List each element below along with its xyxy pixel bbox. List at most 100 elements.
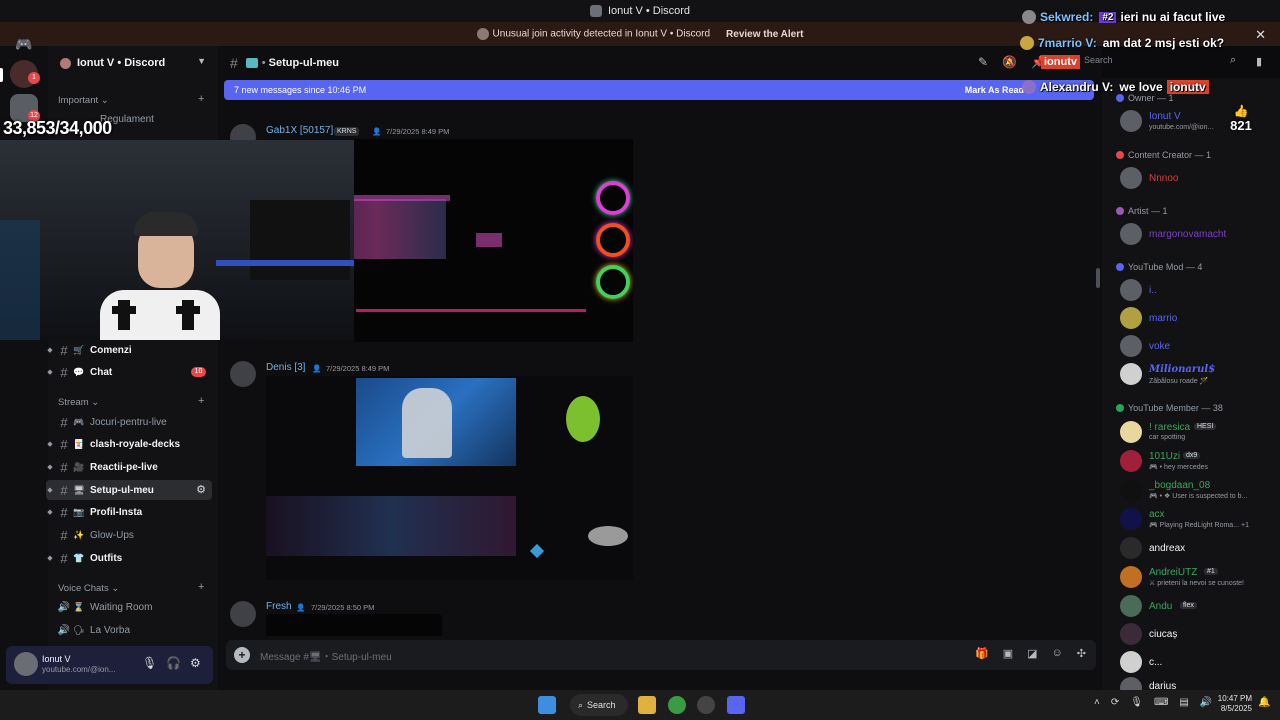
- member-name[interactable]: _bogdaan_08: [1149, 480, 1210, 491]
- gift-icon[interactable]: 🎁: [975, 647, 989, 660]
- message-author[interactable]: Denis [3]: [266, 362, 305, 373]
- avatar[interactable]: [14, 652, 38, 676]
- new-messages-bar[interactable]: 7 new messages since 10:46 PM Mark As Re…: [224, 80, 1094, 100]
- channel-clash-royale-decks[interactable]: ◆ # 🃏 clash-royale-decks: [46, 434, 212, 454]
- voice-channel-la-vorba[interactable]: 🔊 🗣 La Vorba: [46, 620, 212, 640]
- voice-channel-waiting-room[interactable]: 🔊 ⌛ Waiting Room: [46, 597, 212, 617]
- avatar[interactable]: [1120, 566, 1142, 588]
- headphones-icon[interactable]: 🎧: [166, 656, 181, 670]
- avatar[interactable]: [1120, 479, 1142, 501]
- emoji-icon[interactable]: ☺: [1052, 647, 1063, 660]
- avatar[interactable]: [1120, 421, 1142, 443]
- discord-taskbar-icon[interactable]: [727, 696, 745, 714]
- avatar[interactable]: [1120, 651, 1142, 673]
- avatar[interactable]: [1120, 508, 1142, 530]
- gear-icon[interactable]: ⚙: [190, 656, 201, 670]
- member-name[interactable]: 101Uzi: [1149, 451, 1180, 462]
- channel-settings-icon[interactable]: ⚙: [196, 483, 206, 496]
- add-channel-icon[interactable]: +: [198, 93, 204, 105]
- channel-outfits[interactable]: ◆ # 👕 Outfits: [46, 548, 212, 568]
- avatar[interactable]: [1120, 279, 1142, 301]
- avatar[interactable]: [1120, 307, 1142, 329]
- sync-icon[interactable]: ⟳: [1111, 697, 1119, 708]
- channel-chat[interactable]: ◆ # 💬 Chat 10: [46, 362, 212, 382]
- member-name[interactable]: ! raresica: [1149, 422, 1190, 433]
- microphone-icon[interactable]: 🎙: [1130, 697, 1143, 708]
- help-icon[interactable]: ▮: [1256, 55, 1262, 68]
- avatar[interactable]: [1120, 223, 1142, 245]
- member-name[interactable]: i..: [1149, 285, 1157, 296]
- chevron-up-icon[interactable]: ˄: [1094, 697, 1100, 708]
- mark-as-read-button[interactable]: Mark As Read: [965, 85, 1024, 95]
- search-icon[interactable]: ⌕: [1230, 54, 1236, 67]
- add-attachment-icon[interactable]: +: [234, 647, 250, 663]
- avatar[interactable]: [1120, 450, 1142, 472]
- avatar[interactable]: [1120, 595, 1142, 617]
- guild-tag[interactable]: flex: [1180, 602, 1197, 609]
- apps-icon[interactable]: ✣: [1077, 647, 1086, 660]
- member-name[interactable]: acx: [1149, 509, 1165, 520]
- channel-glow-ups[interactable]: # ✨ Glow-Ups: [46, 525, 212, 545]
- member-name[interactable]: c...: [1149, 657, 1162, 668]
- add-channel-icon[interactable]: +: [198, 581, 204, 593]
- member-name[interactable]: Nnnoo: [1149, 173, 1178, 184]
- member-name[interactable]: Andu: [1149, 601, 1172, 612]
- member-name[interactable]: margonovamacht: [1149, 229, 1226, 240]
- avatar[interactable]: [230, 361, 256, 387]
- avatar[interactable]: [1120, 110, 1142, 132]
- message-input[interactable]: Message #🖥・Setup-ul-meu: [260, 648, 392, 663]
- avatar[interactable]: [1120, 623, 1142, 645]
- member-name[interactable]: AndreiUTZ: [1149, 567, 1197, 578]
- message-author[interactable]: Gab1X [50157]: [266, 125, 333, 136]
- guild-tag[interactable]: KRNS: [334, 127, 360, 136]
- channel-comenzi[interactable]: ◆ # 🛒 Comenzi: [46, 340, 212, 360]
- file-explorer-icon[interactable]: [638, 696, 656, 714]
- channel-reactii-pe-live[interactable]: ◆ # 🎥 Reactii-pe-live: [46, 457, 212, 477]
- add-channel-icon[interactable]: +: [198, 395, 204, 407]
- notification-bell-icon[interactable]: 🔔: [1258, 697, 1270, 708]
- guild-tag[interactable]: HESI: [1194, 423, 1217, 430]
- chrome-icon[interactable]: [668, 696, 686, 714]
- microphone-icon[interactable]: 🎙: [142, 656, 157, 670]
- member-name[interactable]: andreax: [1149, 543, 1185, 554]
- cart-icon: 🛒: [73, 344, 85, 355]
- member-name[interactable]: voke: [1149, 341, 1170, 352]
- system-clock[interactable]: 10:47 PM 8/5/2025: [1210, 694, 1252, 714]
- member-name[interactable]: marrio: [1149, 313, 1177, 324]
- avatar[interactable]: [1120, 537, 1142, 559]
- avatar[interactable]: [230, 601, 256, 627]
- review-alert-button[interactable]: Review the Alert: [726, 29, 803, 40]
- category-important[interactable]: Important ⌄: [58, 95, 109, 106]
- category-stream[interactable]: Stream ⌄: [58, 397, 99, 408]
- keyboard-icon[interactable]: ⌨: [1154, 697, 1168, 708]
- guild-tag[interactable]: dx9: [1183, 452, 1201, 459]
- message-author[interactable]: Fresh: [266, 601, 292, 612]
- guild-tag[interactable]: #1: [1204, 568, 1218, 575]
- app-icon[interactable]: [697, 696, 715, 714]
- notification-bell-icon[interactable]: 🔕: [1002, 55, 1017, 69]
- avatar[interactable]: [1120, 363, 1142, 385]
- category-voice[interactable]: Voice Chats ⌄: [58, 583, 119, 594]
- avatar[interactable]: [1120, 167, 1142, 189]
- search-input[interactable]: Search: [1084, 55, 1224, 71]
- threads-icon[interactable]: ✎: [978, 55, 988, 69]
- message-composer[interactable]: + Message #🖥・Setup-ul-meu 🎁 ▣ ◪ ☺ ✣: [226, 640, 1096, 670]
- gif-icon[interactable]: ▣: [1003, 647, 1013, 660]
- channel-profil-insta[interactable]: ◆ # 📷 Profil-Insta: [46, 502, 212, 522]
- member-name[interactable]: ciucaș: [1149, 629, 1177, 640]
- chat-scrollbar[interactable]: [1096, 268, 1100, 288]
- member-name[interactable]: Milionarul$: [1149, 364, 1215, 375]
- server-header[interactable]: Ionut V • Discord ▼: [48, 50, 218, 76]
- avatar[interactable]: [1120, 335, 1142, 357]
- attachment-image[interactable]: [266, 376, 633, 580]
- discord-home-icon[interactable]: 🎮: [10, 30, 38, 58]
- member-name[interactable]: Ionut V: [1149, 111, 1181, 122]
- sticker-icon[interactable]: ◪: [1027, 647, 1037, 660]
- network-icon[interactable]: ▤: [1179, 697, 1188, 708]
- windows-start-icon[interactable]: [538, 696, 556, 714]
- taskbar-search[interactable]: ⌕ Search: [570, 694, 628, 716]
- attachment-image[interactable]: [266, 614, 442, 636]
- channel-setup-ul-meu[interactable]: ◆ # 🖥 Setup-ul-meu ⚙: [46, 480, 212, 500]
- close-alert-icon[interactable]: ✕: [1255, 27, 1266, 43]
- channel-jocuri-pentru-live[interactable]: # 🎮 Jocuri-pentru-live: [46, 412, 212, 432]
